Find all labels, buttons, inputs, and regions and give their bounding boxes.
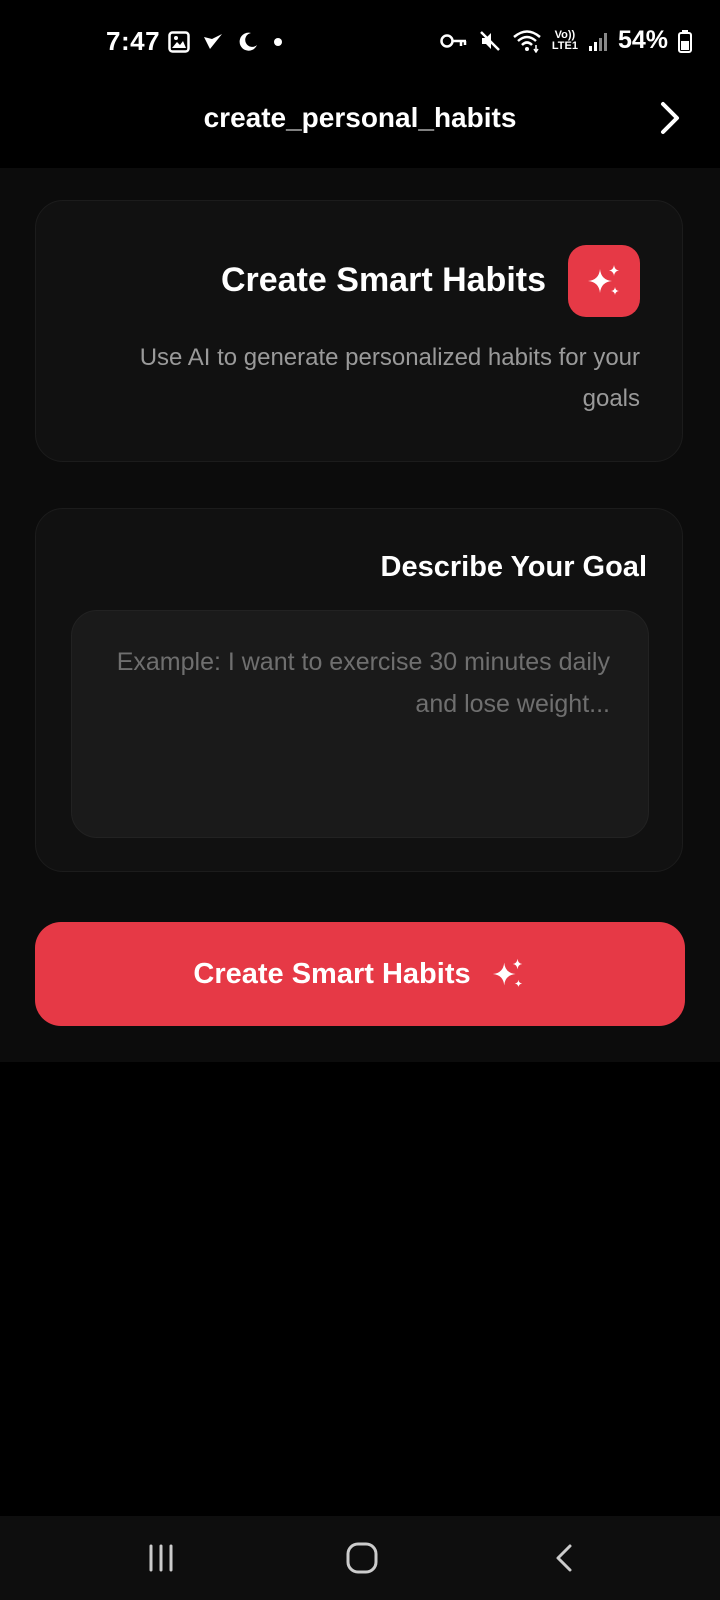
goal-input[interactable]: [71, 610, 649, 838]
volte-label-top: Vo)): [554, 28, 576, 41]
gallery-icon: [168, 31, 190, 53]
goal-label: Describe Your Goal: [380, 551, 647, 583]
check-icon: [204, 34, 222, 49]
status-time: 7:47: [106, 26, 161, 56]
create-button-label: Create Smart Habits: [193, 957, 471, 990]
create-smart-habits-button[interactable]: Create Smart Habits: [35, 922, 685, 1026]
goal-card: Describe Your Goal: [35, 508, 683, 872]
mute-icon: [479, 30, 500, 51]
dot-icon: [274, 38, 282, 46]
status-left-icons: [168, 30, 284, 54]
status-right-icons: Vo)) LTE1 54%: [440, 26, 692, 55]
content-area: Create Smart Habits Use AI to generate p…: [0, 168, 720, 1062]
hero-badge: [568, 245, 640, 317]
volte-label-bottom: LTE1: [551, 39, 578, 52]
hero-description: Use AI to generate personalized habits f…: [139, 344, 640, 412]
chevron-right-icon[interactable]: [650, 98, 690, 138]
back-icon: [556, 1544, 572, 1572]
volte-icon: Vo)) LTE1: [551, 28, 578, 52]
status-bar: 7:47 Vo)) LTE1 54%: [0, 0, 720, 88]
top-app-bar: create_personal_habits: [0, 88, 720, 168]
home-button[interactable]: [332, 1536, 392, 1580]
hero-title: Create Smart Habits: [220, 261, 546, 299]
moon-icon: [239, 32, 257, 51]
battery-icon: [678, 29, 692, 53]
recents-button[interactable]: [131, 1536, 191, 1580]
sparkles-icon: [492, 958, 522, 988]
battery-percent: 54%: [617, 26, 668, 54]
signal-icon: [588, 32, 607, 51]
wifi-icon: [513, 29, 541, 53]
key-icon: [440, 33, 467, 48]
hero-card: Create Smart Habits Use AI to generate p…: [35, 200, 683, 462]
home-icon: [346, 1542, 378, 1574]
back-button[interactable]: [535, 1536, 595, 1580]
page-title: create_personal_habits: [203, 102, 517, 133]
recents-icon: [149, 1544, 173, 1572]
system-nav-bar: [0, 1516, 720, 1600]
sparkles-icon: [588, 265, 619, 295]
